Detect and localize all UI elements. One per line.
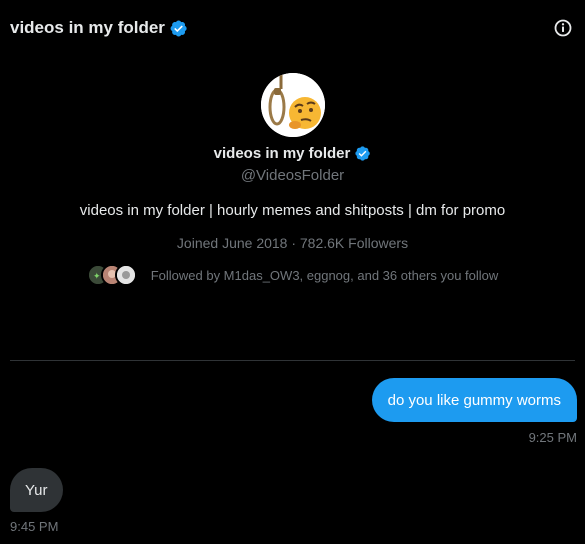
profile-bio: videos in my folder | hourly memes and s… (79, 202, 506, 219)
conversation-title[interactable]: videos in my folder (10, 18, 165, 38)
follower-avatar (114, 264, 137, 286)
followed-by-text: Followed by M1das_OW3, eggnog, and 36 ot… (150, 267, 499, 283)
divider (10, 360, 575, 361)
message-timestamp: 9:45 PM (10, 519, 59, 534)
profile-handle[interactable]: @VideosFolder (241, 167, 344, 184)
followed-by-row[interactable]: ✦ Followed by M1das_OW3, eggnog, and 36 … (86, 264, 499, 286)
profile-meta: Joined June 2018 · 782.6K Followers (176, 235, 409, 251)
message-text: do you like gummy worms (387, 391, 561, 409)
profile-card: videos in my folder @VideosFolder videos… (0, 73, 585, 286)
conversation-header: videos in my folder (10, 16, 575, 40)
profile-name[interactable]: videos in my folder (214, 145, 351, 162)
message-timestamp: 9:25 PM (528, 430, 577, 445)
noose-thinking-emoji-icon (260, 73, 325, 137)
message-text: Yur (25, 481, 48, 499)
follower-avatars: ✦ (86, 264, 137, 286)
info-icon[interactable] (553, 18, 573, 38)
verified-badge-icon (170, 19, 187, 37)
svg-text:✦: ✦ (93, 272, 101, 282)
incoming-message-bubble[interactable]: Yur (10, 468, 63, 512)
outgoing-message-bubble[interactable]: do you like gummy worms (371, 378, 577, 422)
verified-badge-icon (355, 145, 371, 161)
profile-name-row: videos in my folder (214, 141, 372, 165)
profile-avatar[interactable] (260, 73, 325, 137)
